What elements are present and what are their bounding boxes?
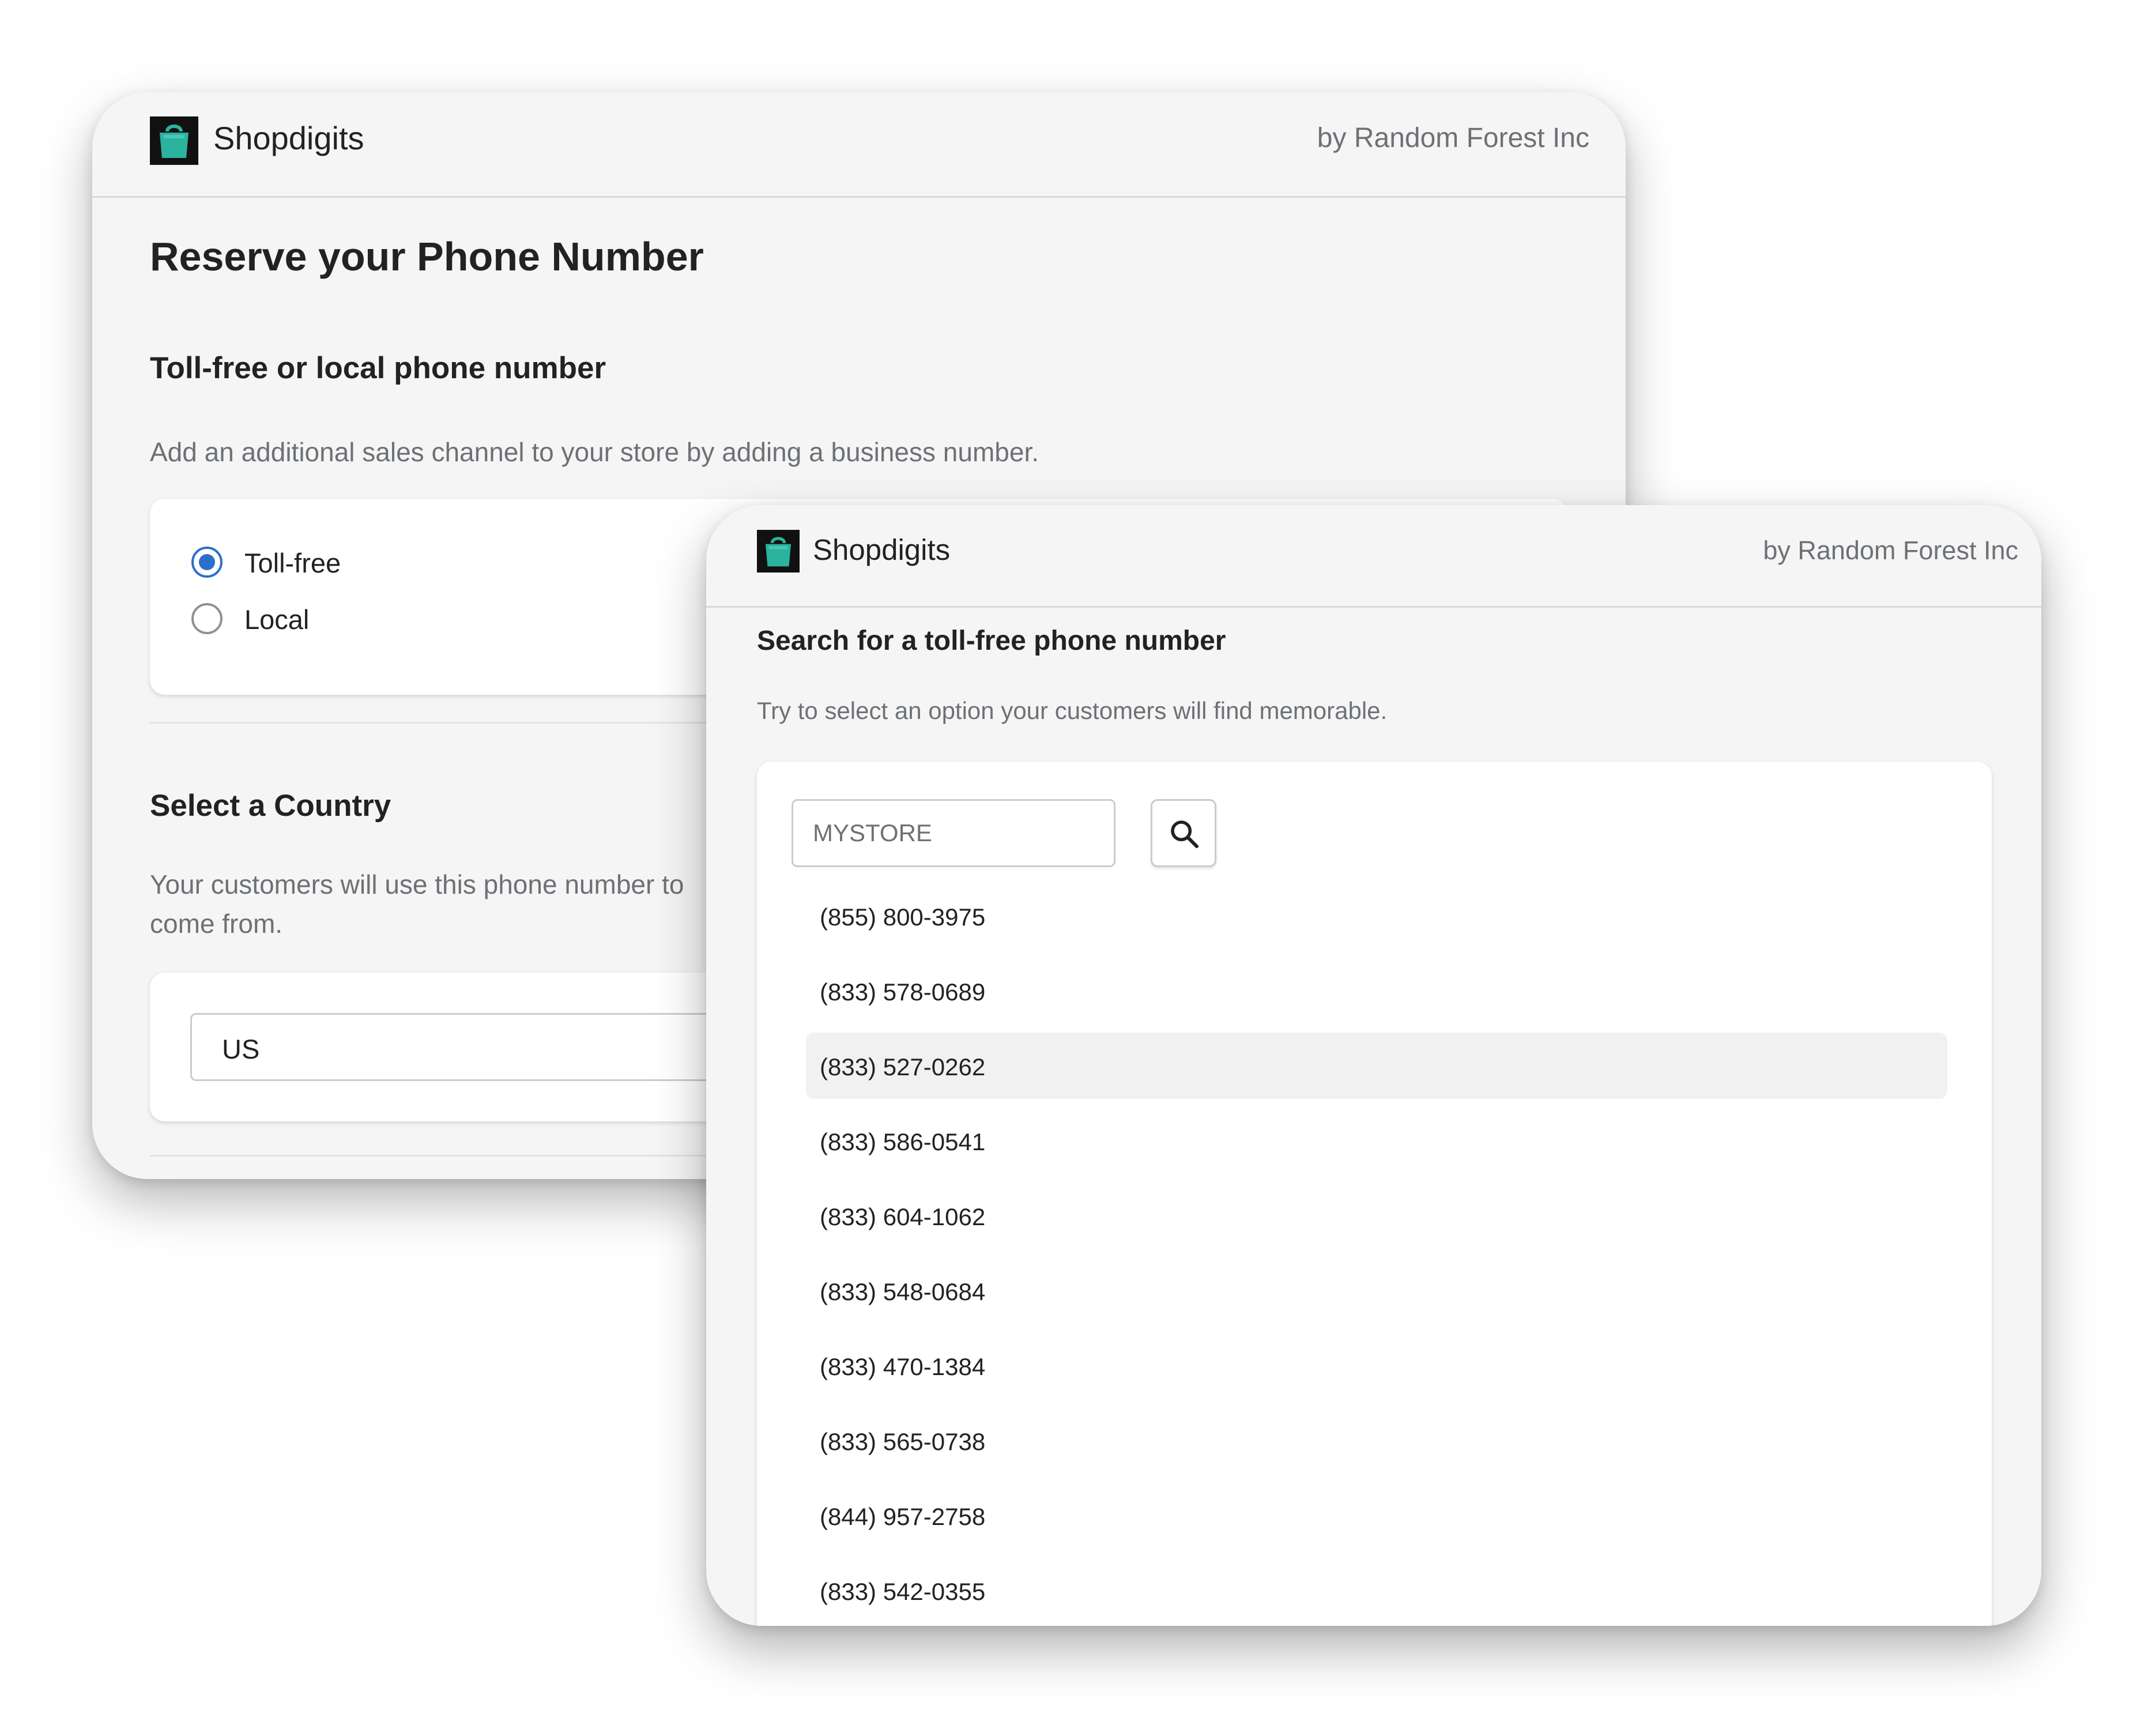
radio-label: Local [244,604,310,635]
search-description: Try to select an option your customers w… [757,697,1388,724]
number-type-description: Add an additional sales channel to your … [150,437,1039,467]
number-type-heading: Toll-free or local phone number [150,351,606,385]
search-input[interactable] [792,799,1115,867]
country-description: Your customers will use this phone numbe… [150,865,684,943]
phone-number-text: (833) 470-1384 [820,1353,986,1380]
radio-button-selected[interactable] [191,547,223,578]
phone-number-text: (844) 957-2758 [820,1503,986,1530]
phone-number-option[interactable]: (833) 548-0684 [806,1257,1947,1324]
phone-number-option[interactable]: (844) 957-2758 [806,1482,1947,1549]
phone-number-text: (833) 604-1062 [820,1203,986,1230]
phone-number-text: (855) 800-3975 [820,903,986,931]
shopping-bag-icon [757,530,800,573]
phone-number-text: (833) 548-0684 [820,1278,986,1305]
phone-number-text: (833) 542-0355 [820,1578,986,1605]
country-description-line: come from. [150,909,283,939]
publisher-byline: by Random Forest Inc [1763,536,2018,565]
radio-button[interactable] [191,603,223,634]
shopping-bag-icon [150,116,198,165]
screenshot-stage: Shopdigits by Random Forest Inc Reserve … [0,0,2152,1736]
phone-number-option[interactable]: (833) 578-0689 [806,958,1947,1024]
search-button[interactable] [1151,799,1216,867]
window-header: Shopdigits by Random Forest Inc [92,92,1626,198]
phone-number-text: (833) 527-0262 [820,1053,986,1080]
phone-number-option[interactable]: (833) 604-1062 [806,1183,1947,1249]
phone-number-text: (833) 586-0541 [820,1128,986,1155]
phone-number-text: (833) 578-0689 [820,978,986,1006]
search-card: (855) 800-3975 (833) 578-0689 (833) 527-… [757,762,1992,1626]
publisher-byline: by Random Forest Inc [1317,123,1589,153]
search-number-window: Shopdigits by Random Forest Inc Search f… [706,505,2041,1626]
phone-number-option[interactable]: (833) 586-0541 [806,1108,1947,1174]
phone-number-option-highlighted[interactable]: (833) 527-0262 [806,1033,1947,1099]
country-heading: Select a Country [150,789,391,823]
search-icon [1171,820,1199,849]
phone-number-option[interactable]: (833) 565-0738 [806,1407,1947,1474]
phone-number-option[interactable]: (855) 800-3975 [806,883,1947,949]
app-name: Shopdigits [813,533,951,566]
phone-number-text: (833) 565-0738 [820,1428,986,1455]
phone-number-option[interactable]: (833) 542-0355 [806,1557,1947,1624]
app-name: Shopdigits [213,120,364,156]
country-select-value: US [222,1034,260,1064]
window-header: Shopdigits by Random Forest Inc [706,505,2041,608]
phone-number-list: (855) 800-3975 (833) 578-0689 (833) 527-… [806,883,1947,1626]
phone-number-option[interactable]: (833) 470-1384 [806,1332,1947,1399]
radio-label: Toll-free [244,548,341,578]
country-description-line: Your customers will use this phone numbe… [150,869,684,899]
page-title: Reserve your Phone Number [150,234,704,279]
search-heading: Search for a toll-free phone number [757,626,1226,656]
